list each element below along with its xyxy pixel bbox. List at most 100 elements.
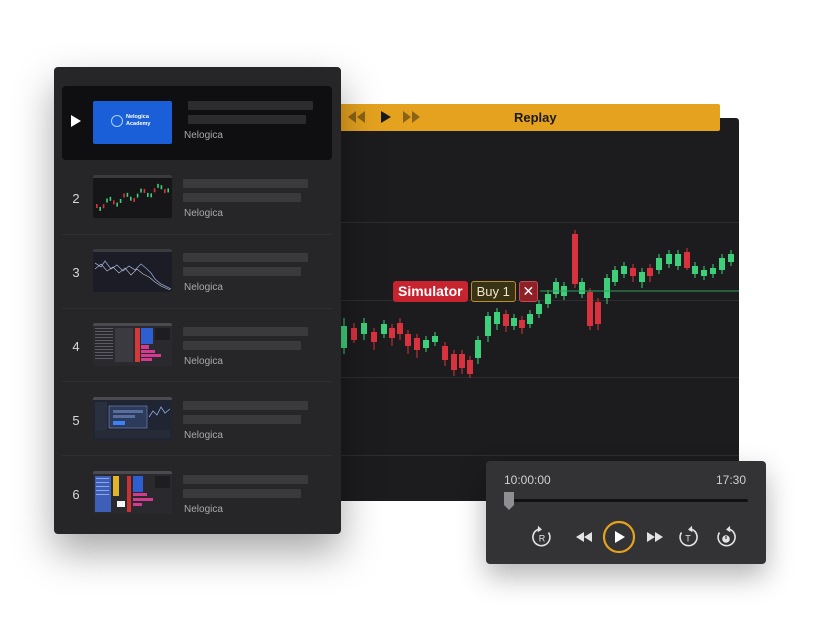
divider <box>62 381 332 382</box>
thumbnail-candle <box>96 204 98 208</box>
title-placeholder <box>183 179 308 188</box>
start-time: 10:00:00 <box>504 473 551 487</box>
play-icon[interactable] <box>379 110 393 124</box>
video-thumbnail <box>93 175 172 218</box>
candle-body <box>511 318 517 326</box>
candle-body <box>519 320 525 328</box>
replay-t-icon[interactable]: T <box>675 524 701 550</box>
order-book-thumbnail <box>93 323 172 366</box>
progress-track[interactable] <box>507 499 748 502</box>
thumbnail-candle <box>102 204 105 209</box>
playlist-item-active[interactable]: Nelogica Academy Nelogica <box>62 86 332 160</box>
thumbnail-candle <box>157 183 159 188</box>
candle-body <box>579 282 585 294</box>
candle-body <box>587 292 593 326</box>
now-playing-icon <box>71 115 81 127</box>
candle-body <box>595 302 601 324</box>
thumbnail-candle <box>160 185 163 190</box>
thumbnail-candle <box>106 198 108 203</box>
divider <box>62 455 332 456</box>
thumbnail-candle <box>130 196 132 201</box>
video-thumbnail <box>93 397 172 440</box>
thumbnail-candle <box>113 200 115 205</box>
thumbnail-candle <box>99 206 101 211</box>
fast-forward-icon[interactable] <box>641 524 667 550</box>
candle-body <box>503 314 509 326</box>
divider <box>62 234 332 235</box>
candle-body <box>621 266 627 274</box>
subtitle-placeholder <box>183 341 301 350</box>
candle-body <box>647 268 653 276</box>
candle-body <box>612 270 618 282</box>
replay-r-icon[interactable]: R <box>529 524 555 550</box>
replay-title: Replay <box>514 110 557 125</box>
video-author: Nelogica <box>184 130 223 141</box>
item-number: 4 <box>72 339 80 354</box>
subtitle-placeholder <box>183 193 301 202</box>
chart-panel[interactable] <box>300 118 739 501</box>
thumbnail-candle <box>147 192 149 197</box>
title-placeholder <box>183 401 308 410</box>
candle-body <box>684 252 690 268</box>
candle-body <box>485 316 491 336</box>
candle-body <box>341 326 347 348</box>
playlist-item[interactable]: 5 Nelogica <box>62 390 332 464</box>
candle-body <box>639 272 645 282</box>
item-number: 6 <box>72 487 80 502</box>
candle-body <box>527 314 533 324</box>
candle-body <box>675 254 681 266</box>
thumbnail-candle <box>150 193 152 198</box>
candle-body <box>361 323 367 334</box>
thumbnail-candle <box>123 193 125 198</box>
replay-bar: Replay <box>300 104 720 131</box>
candle-body <box>397 323 403 334</box>
candle-body <box>701 270 707 276</box>
candlestick-chart <box>341 230 739 378</box>
video-author: Nelogica <box>184 282 223 293</box>
thumbnail-candle <box>116 202 118 207</box>
fast-forward-icon[interactable] <box>402 110 422 124</box>
thumbnail-candle <box>167 188 169 193</box>
item-number: 2 <box>72 191 80 206</box>
playlist-item[interactable]: 2 Nelogica <box>62 168 332 242</box>
candle-body <box>467 360 473 374</box>
candle-body <box>389 328 395 338</box>
video-thumbnail <box>93 249 172 292</box>
video-author: Nelogica <box>184 504 223 515</box>
rewind-icon[interactable] <box>347 110 367 124</box>
video-author: Nelogica <box>184 356 223 367</box>
playlist-item[interactable]: 4 Nelogica <box>62 316 332 390</box>
candle-body <box>553 282 559 294</box>
thumbnail-logo-text: Nelogica Academy <box>126 114 151 127</box>
item-number: 3 <box>72 265 80 280</box>
video-author: Nelogica <box>184 430 223 441</box>
svg-text:R: R <box>539 534 546 544</box>
thumbnail-candle <box>133 198 135 203</box>
playlist-item[interactable]: 3 Nelogica <box>62 242 332 316</box>
simulator-order-row: Simulator Buy 1 ✕ <box>393 281 538 302</box>
progress-handle[interactable] <box>504 492 514 510</box>
thumbnail-candle <box>143 188 146 193</box>
candle-body <box>351 328 357 340</box>
cancel-order-button[interactable]: ✕ <box>518 281 538 302</box>
play-button[interactable] <box>602 520 636 554</box>
thumbnail-candle <box>153 188 156 193</box>
title-placeholder <box>183 327 308 336</box>
playlist-item[interactable]: 6 Nelogica <box>62 464 332 534</box>
timer-icon[interactable] <box>713 524 739 550</box>
title-placeholder <box>183 253 308 262</box>
subtitle-placeholder <box>183 415 301 424</box>
candle-body <box>442 346 448 360</box>
replay-player: 10:00:00 17:30 R T <box>486 461 766 564</box>
item-number: 5 <box>72 413 80 428</box>
rewind-icon[interactable] <box>572 524 598 550</box>
candle-body <box>405 334 411 346</box>
subtitle-placeholder <box>188 115 306 124</box>
candle-body <box>719 258 725 270</box>
buy-order-badge[interactable]: Buy 1 <box>470 281 516 302</box>
video-thumbnail <box>93 471 172 514</box>
candle-body <box>475 340 481 358</box>
candle-body <box>414 338 420 350</box>
candle-body <box>728 254 734 262</box>
candle-body <box>656 258 662 270</box>
